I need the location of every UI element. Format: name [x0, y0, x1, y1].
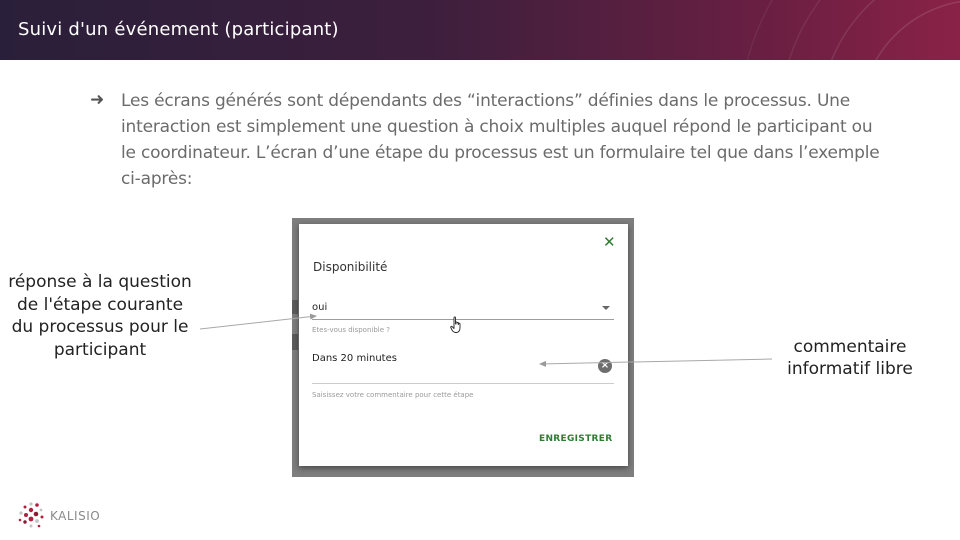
kalisio-logo-icon [18, 502, 44, 528]
logo-text: KALISIO [50, 509, 101, 523]
annotation-connectors [199, 313, 773, 367]
right-connector-line [539, 358, 773, 367]
right-annotation: commentaire informatif libre [787, 337, 913, 379]
left-annotation: réponse à la question de l'étape courant… [8, 272, 192, 360]
left-connector-line [199, 313, 317, 330]
